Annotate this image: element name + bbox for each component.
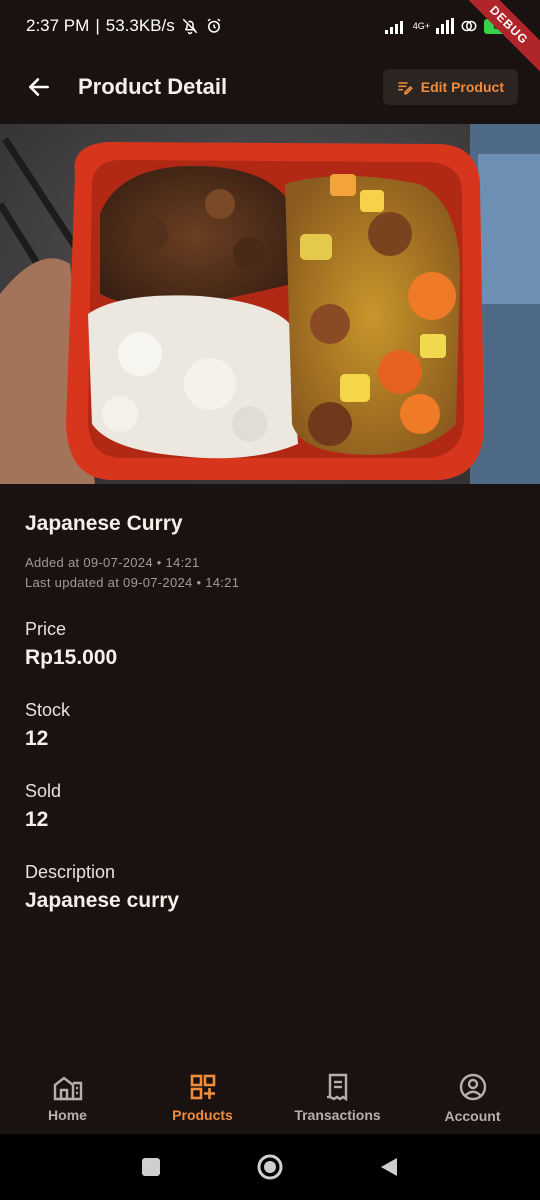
nav-label-home: Home — [48, 1107, 87, 1123]
back-nav-button[interactable] — [378, 1156, 400, 1178]
status-time: 2:37 PM — [26, 16, 90, 35]
edit-list-icon — [397, 82, 413, 95]
added-at: Added at 09-07-2024 • 14:21 — [25, 555, 200, 570]
product-name: Japanese Curry — [25, 512, 183, 535]
system-navigation — [0, 1134, 540, 1200]
sold-label: Sold — [25, 781, 62, 801]
network-type: 4G+ — [412, 20, 430, 31]
account-icon — [459, 1073, 486, 1101]
curry-photo — [0, 124, 540, 484]
receipt-icon — [326, 1073, 347, 1101]
description-field: Description Japanese curry — [25, 862, 515, 913]
nav-item-transactions[interactable]: Transactions — [270, 1062, 405, 1134]
app-bar: Product Detail Edit Product — [0, 56, 540, 118]
description-label: Description — [25, 862, 116, 882]
stock-label: Stock — [25, 700, 71, 720]
edit-product-button[interactable]: Edit Product — [382, 69, 518, 105]
edit-product-label: Edit Product — [420, 79, 504, 95]
hotspot-icon — [461, 20, 477, 32]
product-image — [0, 124, 540, 484]
home-button[interactable] — [256, 1153, 284, 1181]
status-bar: 2:37 PM | 53.3KB/s 4G+ 88 — [0, 0, 540, 52]
product-meta: Added at 09-07-2024 • 14:21 Last updated… — [25, 553, 515, 593]
stock-field: Stock 12 — [25, 700, 515, 751]
home-icon — [53, 1076, 82, 1101]
nav-label-transactions: Transactions — [294, 1107, 381, 1123]
price-value: Rp15.000 — [25, 646, 118, 669]
nav-label-account: Account — [444, 1108, 501, 1124]
status-left: 2:37 PM | 53.3KB/s — [26, 16, 223, 36]
stock-value: 12 — [25, 727, 49, 750]
last-updated-at: Last updated at 09-07-2024 • 14:21 — [25, 575, 240, 590]
nav-label-products: Products — [172, 1107, 233, 1123]
signal-icon-2 — [436, 18, 454, 34]
bottom-navigation: Home Products Transactions Account — [0, 1062, 540, 1134]
description-value: Japanese curry — [25, 889, 180, 912]
signal-icon — [384, 21, 403, 34]
price-label: Price — [25, 619, 67, 639]
nav-item-home[interactable]: Home — [0, 1062, 135, 1134]
alarm-icon — [207, 18, 221, 33]
products-icon — [190, 1074, 215, 1100]
nav-item-account[interactable]: Account — [405, 1062, 540, 1134]
status-separator: | — [95, 16, 100, 35]
product-details: Japanese Curry Added at 09-07-2024 • 14:… — [25, 512, 515, 913]
page-title: Product Detail — [78, 74, 228, 99]
nav-item-products[interactable]: Products — [135, 1062, 270, 1134]
arrow-left-icon — [29, 78, 49, 96]
sold-field: Sold 12 — [25, 781, 515, 832]
back-button[interactable] — [22, 70, 56, 104]
price-field: Price Rp15.000 — [25, 619, 515, 670]
status-speed: 53.3KB/s — [105, 16, 175, 35]
recents-button[interactable] — [140, 1156, 162, 1178]
sold-value: 12 — [25, 808, 49, 831]
bell-off-icon — [182, 18, 198, 35]
